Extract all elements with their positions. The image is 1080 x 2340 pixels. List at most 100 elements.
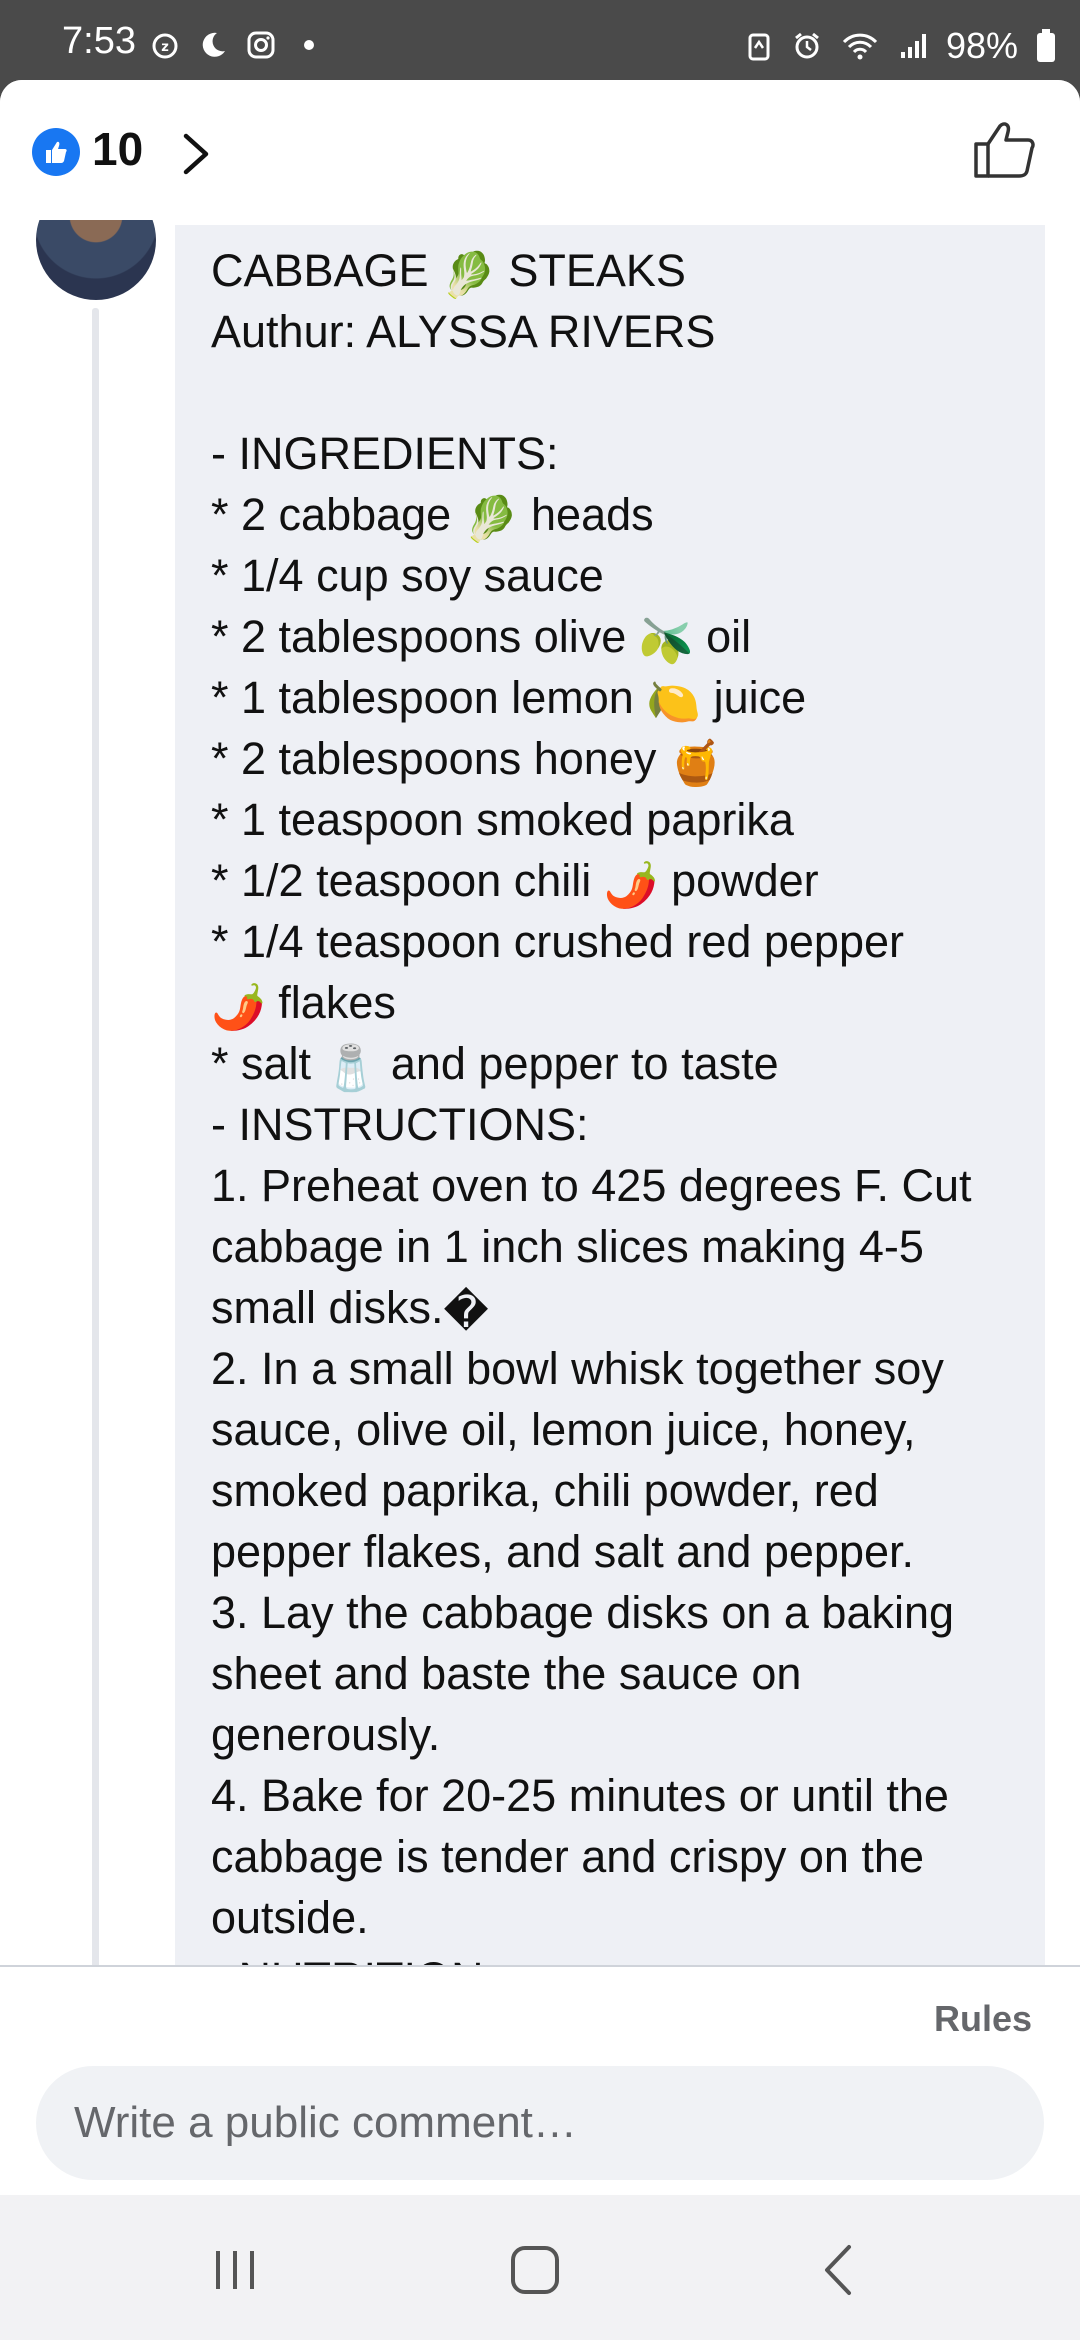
comment-line-text: cabbage is tender and crispy on the — [211, 1831, 924, 1882]
comment-line: pepper flakes, and salt and pepper. — [211, 1521, 1011, 1582]
comment-line-text: * 1/4 teaspoon crushed red pepper — [211, 916, 904, 967]
comment-line-text: powder — [658, 855, 819, 906]
home-button[interactable] — [500, 2235, 570, 2305]
comment-line-text: - INSTRUCTIONS: — [211, 1099, 589, 1150]
comment-line: outside. — [211, 1887, 1011, 1948]
comment-line-text: cabbage in 1 inch slices making 4-5 — [211, 1221, 924, 1272]
comment-line: small disks.� — [211, 1277, 1011, 1338]
chevron-right-icon[interactable] — [178, 130, 214, 178]
comments-sheet: 10 CABBAGE 🥬 STEAKS Authur: ALYSSA RIVERS… — [0, 80, 1080, 2195]
thumbs-up-icon — [46, 141, 67, 163]
recents-icon — [216, 2251, 254, 2289]
comment-input[interactable] — [36, 2066, 1044, 2180]
comment-line-text: 4. Bake for 20-25 minutes or until the — [211, 1770, 949, 1821]
comment-line: * 2 tablespoons honey 🍯 — [211, 728, 1011, 789]
emoji-icon: 🫒 — [638, 616, 694, 667]
emoji-icon: 🧂 — [323, 1043, 379, 1094]
emoji-icon: 🥬 — [463, 494, 519, 545]
comment-line-text: Authur: ALYSSA RIVERS — [211, 306, 716, 357]
comment-line-text: * 1 teaspoon smoked paprika — [211, 794, 794, 845]
comment-line: cabbage in 1 inch slices making 4-5 — [211, 1216, 1011, 1277]
emoji-icon: 🥬 — [441, 250, 496, 301]
battery-icon — [1037, 29, 1055, 62]
comment-line: sauce, olive oil, lemon juice, honey, — [211, 1399, 1011, 1460]
comment-line: * 1/4 cup soy sauce — [211, 545, 1011, 606]
recents-button[interactable] — [200, 2235, 270, 2305]
divider — [0, 1965, 1080, 1967]
status-left-icons: z — [150, 30, 324, 60]
comment-line-text: flakes — [265, 977, 396, 1028]
comment-line: * salt 🧂 and pepper to taste — [211, 1033, 1011, 1094]
like-reaction-badge[interactable] — [32, 128, 80, 176]
comment-line-text: * 2 tablespoons olive — [211, 611, 639, 662]
comment-line: 1. Preheat oven to 425 degrees F. Cut — [211, 1155, 1011, 1216]
moon-icon — [202, 32, 225, 57]
signal-icon — [900, 34, 926, 58]
comment-line-text: * 1/2 teaspoon chili — [211, 855, 604, 906]
comment-line: - INSTRUCTIONS: — [211, 1094, 1011, 1155]
comment-line-text: heads — [518, 489, 654, 540]
rules-link[interactable]: Rules — [934, 1998, 1032, 2040]
comment-text: CABBAGE 🥬 STEAKS Authur: ALYSSA RIVERS - I… — [211, 240, 1011, 1965]
comment-thread[interactable]: CABBAGE 🥬 STEAKS Authur: ALYSSA RIVERS - I… — [0, 220, 1080, 1965]
comment-line-text: * salt — [211, 1038, 324, 1089]
comment-line: - NUTRITION: — [211, 1948, 1011, 1965]
reactions-header: 10 — [0, 80, 1080, 220]
comment-line: sheet and baste the sauce on — [211, 1643, 1011, 1704]
comment-line: - INGREDIENTS: — [211, 423, 1011, 484]
status-right-icons: 98% — [744, 28, 1056, 64]
alarm-icon — [795, 32, 819, 59]
comment-line-text: * 1 tablespoon lemon — [211, 672, 647, 723]
home-icon — [511, 2246, 559, 2294]
comment-line-text: and pepper to taste — [378, 1038, 779, 1089]
comment-line — [211, 362, 1011, 423]
battery-saver-icon — [748, 33, 770, 61]
dot-icon — [304, 40, 314, 50]
emoji-icon: � — [443, 1287, 489, 1338]
like-button-icon[interactable] — [972, 116, 1038, 182]
comment-line-text: smoked paprika, chili powder, red — [211, 1465, 879, 1516]
back-icon — [825, 2245, 851, 2295]
comment-line: 2. In a small bowl whisk together soy — [211, 1338, 1011, 1399]
comment-line: * 1/2 teaspoon chili 🌶️ powder — [211, 850, 1011, 911]
emoji-icon: 🌶️ — [211, 982, 266, 1033]
comment-line-text: sheet and baste the sauce on — [211, 1648, 802, 1699]
comment-line: generously. — [211, 1704, 1011, 1765]
svg-text:z: z — [161, 40, 169, 55]
comment-line: cabbage is tender and crispy on the — [211, 1826, 1011, 1887]
comment-line: Authur: ALYSSA RIVERS — [211, 301, 1011, 362]
wifi-icon — [842, 33, 878, 60]
comment-line-text: 1. Preheat oven to 425 degrees F. Cut — [211, 1160, 972, 1211]
like-count[interactable]: 10 — [92, 126, 143, 172]
comment-line: 4. Bake for 20-25 minutes or until the — [211, 1765, 1011, 1826]
comment-line-text: juice — [701, 672, 807, 723]
comment-line: CABBAGE 🥬 STEAKS — [211, 240, 1011, 301]
emoji-icon: 🌶️ — [603, 860, 659, 911]
comment-line-text: - INGREDIENTS: — [211, 428, 559, 479]
comment-line: smoked paprika, chili powder, red — [211, 1460, 1011, 1521]
comment-line-text: 3. Lay the cabbage disks on a baking — [211, 1587, 955, 1638]
comment-line-text: * 2 cabbage — [211, 489, 464, 540]
comment-line-text: sauce, olive oil, lemon juice, honey, — [211, 1404, 916, 1455]
comment-line: * 1 tablespoon lemon 🍋 juice — [211, 667, 1011, 728]
emoji-icon: 🍋 — [646, 677, 702, 728]
comment-line-text: outside. — [211, 1892, 369, 1943]
comment-line-text: 2. In a small bowl whisk together soy — [211, 1343, 944, 1394]
battery-percent: 98% — [945, 25, 1018, 66]
comment-line-text: STEAKS — [495, 245, 686, 296]
back-button[interactable] — [805, 2235, 875, 2305]
status-bar: 7:53 z 98% — [0, 0, 1080, 80]
comment-line-text: * 1/4 cup soy sauce — [211, 550, 604, 601]
comment-line: * 2 tablespoons olive 🫒 oil — [211, 606, 1011, 667]
emoji-icon: 🍯 — [668, 738, 724, 789]
comment-line: * 1/4 teaspoon crushed red pepper — [211, 911, 1011, 972]
status-time: 7:53 — [62, 20, 136, 62]
comment-line-text: CABBAGE — [211, 245, 442, 296]
instagram-icon — [247, 31, 275, 59]
system-nav-bar — [0, 2195, 1080, 2340]
comment-line-text: oil — [693, 611, 752, 662]
comment-line-text: - NUTRITION: — [211, 1953, 496, 1965]
thread-line — [92, 308, 99, 1965]
avatar[interactable] — [36, 220, 156, 300]
comment-line-text: * 2 tablespoons honey — [211, 733, 669, 784]
